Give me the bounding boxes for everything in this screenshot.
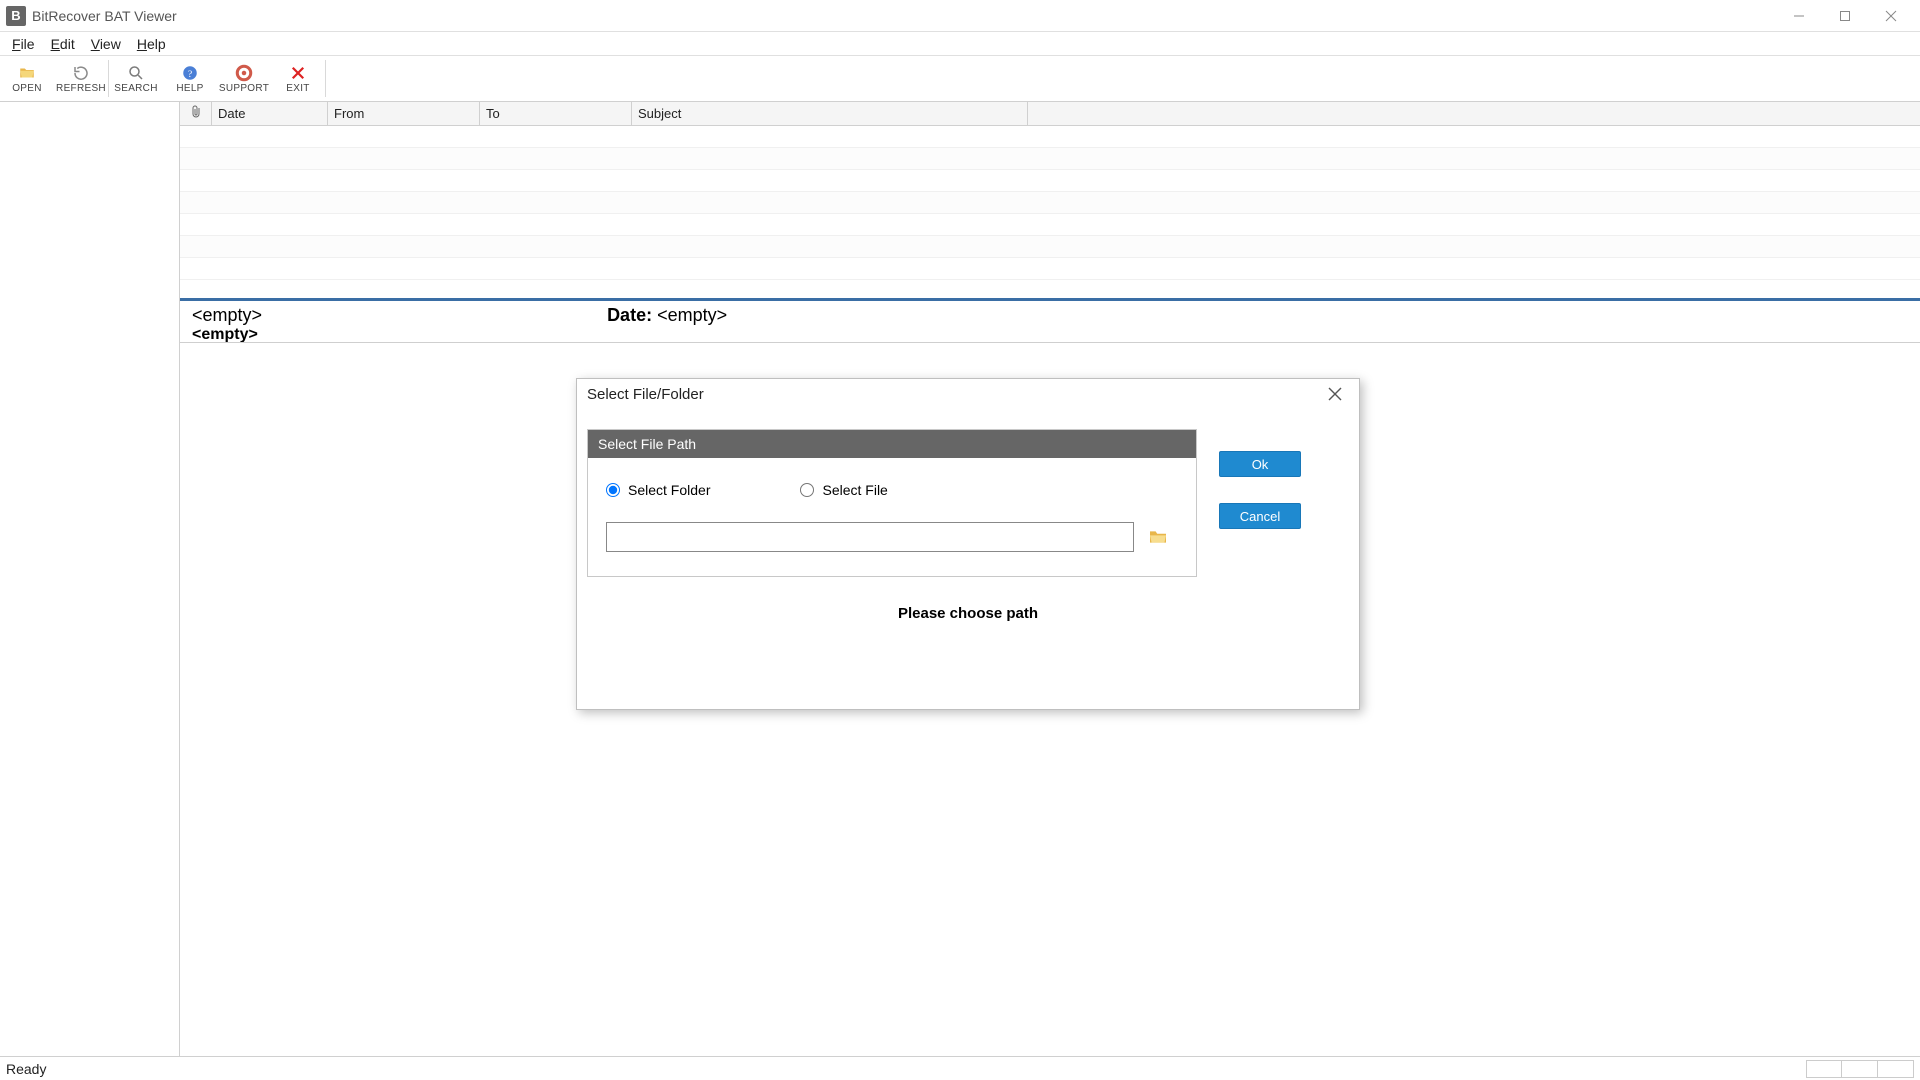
exit-button[interactable]: EXIT	[271, 56, 325, 101]
status-cell	[1842, 1060, 1878, 1078]
path-input[interactable]	[606, 522, 1134, 552]
support-label: SUPPORT	[219, 83, 269, 94]
support-button[interactable]: SUPPORT	[217, 56, 271, 101]
help-label: HELP	[176, 83, 203, 94]
list-row	[180, 148, 1920, 170]
window-controls	[1776, 0, 1914, 32]
column-from[interactable]: From	[328, 102, 480, 125]
radio-select-folder-input[interactable]	[606, 483, 620, 497]
preview-body	[180, 343, 1920, 359]
refresh-button[interactable]: REFRESH	[54, 56, 108, 101]
status-cell	[1878, 1060, 1914, 1078]
column-date[interactable]: Date	[212, 102, 328, 125]
search-button[interactable]: SEARCH	[109, 56, 163, 101]
svg-text:?: ?	[188, 69, 192, 80]
dialog-group: Select File Path Select Folder Select Fi…	[587, 429, 1197, 577]
folder-icon	[1148, 529, 1168, 545]
help-button[interactable]: ? HELP	[163, 56, 217, 101]
dialog-group-title: Select File Path	[588, 430, 1196, 458]
select-file-folder-dialog: Select File/Folder Select File Path Sele…	[576, 378, 1360, 710]
exit-label: EXIT	[286, 83, 309, 94]
app-title: BitRecover BAT Viewer	[32, 8, 177, 24]
status-text: Ready	[6, 1061, 46, 1077]
radio-select-file-input[interactable]	[800, 483, 814, 497]
radio-select-file[interactable]: Select File	[800, 482, 887, 498]
list-row	[180, 214, 1920, 236]
list-row	[180, 170, 1920, 192]
help-icon: ?	[181, 63, 199, 83]
dialog-footer-text: Please choose path	[577, 587, 1359, 622]
window-titlebar: B BitRecover BAT Viewer	[0, 0, 1920, 32]
support-icon	[235, 63, 253, 83]
dialog-close-button[interactable]	[1321, 382, 1349, 406]
list-row	[180, 236, 1920, 258]
open-label: OPEN	[12, 83, 42, 94]
maximize-button[interactable]	[1822, 0, 1868, 32]
ok-button[interactable]: Ok	[1219, 451, 1301, 477]
dialog-title: Select File/Folder	[587, 386, 704, 403]
radio-select-folder[interactable]: Select Folder	[606, 482, 710, 498]
radio-select-folder-label: Select Folder	[628, 482, 710, 498]
search-icon	[127, 63, 145, 83]
message-list-header: Date From To Subject	[180, 102, 1920, 126]
folder-open-icon	[18, 63, 36, 83]
paperclip-icon	[190, 105, 202, 122]
menu-edit[interactable]: Edit	[43, 34, 83, 54]
dialog-titlebar: Select File/Folder	[577, 379, 1359, 409]
search-label: SEARCH	[114, 83, 157, 94]
close-button[interactable]	[1868, 0, 1914, 32]
radio-select-file-label: Select File	[822, 482, 887, 498]
open-button[interactable]: OPEN	[0, 56, 54, 101]
refresh-icon	[72, 63, 90, 83]
list-row	[180, 192, 1920, 214]
cancel-button[interactable]: Cancel	[1219, 503, 1301, 529]
column-spacer	[1028, 102, 1920, 125]
app-icon: B	[6, 6, 26, 26]
exit-icon	[289, 63, 307, 83]
column-attachment[interactable]	[180, 102, 212, 125]
status-cell	[1806, 1060, 1842, 1078]
preview-line1: <empty>	[192, 305, 262, 325]
menu-help[interactable]: Help	[129, 34, 174, 54]
preview-date-label: Date:	[607, 305, 652, 325]
toolbar: OPEN REFRESH SEARCH ? HELP SUPPORT EXIT	[0, 56, 1920, 102]
message-list[interactable]	[180, 126, 1920, 298]
folder-tree-pane[interactable]	[0, 102, 180, 1056]
list-row	[180, 126, 1920, 148]
statusbar: Ready	[0, 1056, 1920, 1080]
list-row	[180, 258, 1920, 280]
column-subject[interactable]: Subject	[632, 102, 1028, 125]
menubar: File Edit View Help	[0, 32, 1920, 56]
column-to[interactable]: To	[480, 102, 632, 125]
status-cells	[1806, 1060, 1914, 1078]
preview-line2: <empty>	[192, 326, 258, 343]
refresh-label: REFRESH	[56, 83, 106, 94]
minimize-button[interactable]	[1776, 0, 1822, 32]
preview-date-value: <empty>	[657, 305, 727, 325]
menu-file[interactable]: File	[4, 34, 43, 54]
preview-header: <empty> Date: <empty> <empty>	[180, 301, 1920, 343]
browse-button[interactable]	[1148, 529, 1168, 545]
menu-view[interactable]: View	[83, 34, 129, 54]
